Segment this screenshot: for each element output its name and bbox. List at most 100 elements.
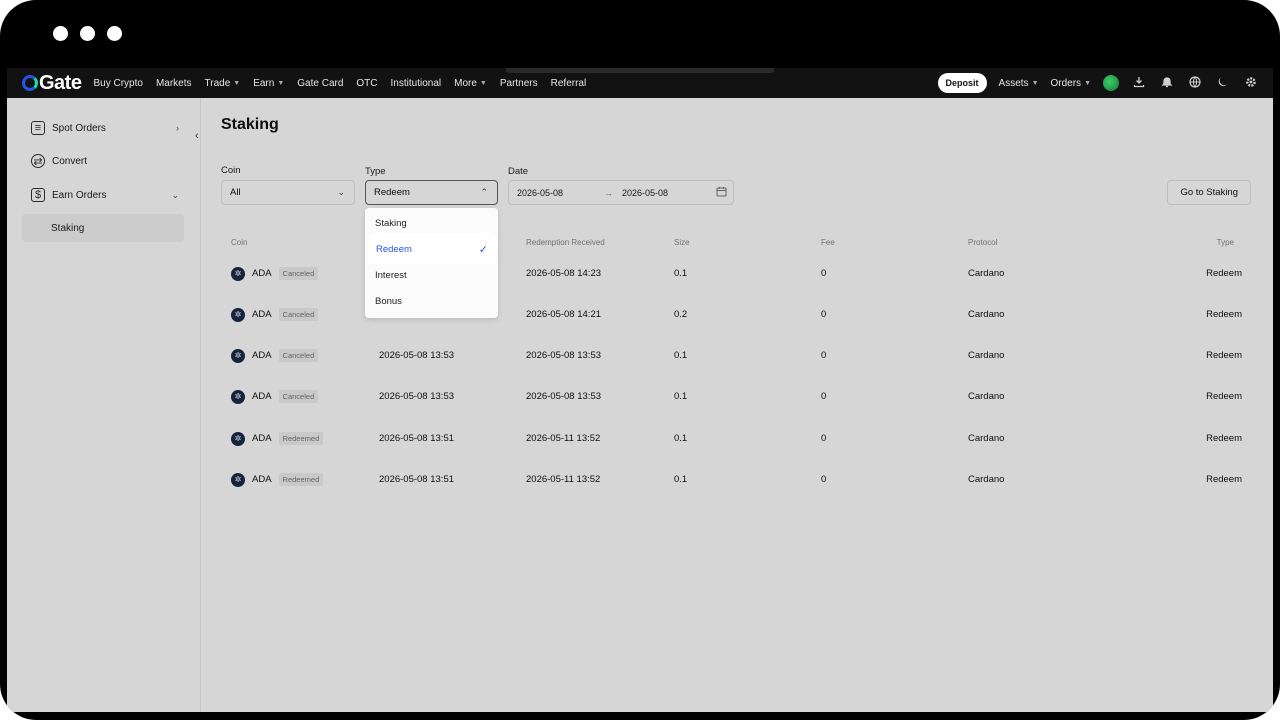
caret-down-icon: ▼	[277, 79, 285, 87]
dropdown-option-label: Redeem	[376, 243, 412, 255]
caret-down-icon: ▼	[479, 79, 487, 87]
coin-filter-label: Coin	[221, 165, 241, 176]
deposit-button[interactable]: Deposit	[937, 73, 987, 93]
date-range-picker[interactable]: 2026-05-08 → 2026-05-08	[508, 180, 734, 205]
coin-cell: ✲ ADA Canceled	[231, 335, 319, 376]
nav-markets[interactable]: Markets	[156, 78, 192, 89]
time-cell: 2026-05-08 13:53	[379, 391, 455, 402]
status-badge: Canceled	[278, 308, 319, 321]
moon-icon[interactable]	[1215, 76, 1231, 91]
earn-orders-icon: $	[31, 188, 45, 202]
col-header-protocol: Protocol	[968, 238, 998, 247]
received-cell: 2026-05-11 13:52	[526, 433, 601, 444]
table-row: ✲ ADA Canceled 2026-05-08 13:53 2026-05-…	[221, 376, 1251, 417]
chevron-down-icon: ⌄	[171, 189, 179, 200]
type-cell: Redeem	[1206, 350, 1242, 361]
coin-name: ADA	[252, 350, 272, 361]
maximize-dot[interactable]	[107, 26, 122, 41]
sidebar-item-spot-orders[interactable]: ≡ Spot Orders ›	[29, 115, 185, 141]
status-badge: Redeemed	[278, 432, 324, 445]
time-cell: 2026-05-08 13:51	[379, 474, 455, 485]
table-row: ✲ ADA Redeemed 2026-05-08 13:51 2026-05-…	[221, 459, 1251, 500]
coin-name: ADA	[252, 391, 272, 402]
protocol-cell: Cardano	[968, 309, 1005, 320]
close-dot[interactable]	[53, 26, 68, 41]
date-start[interactable]: 2026-05-08	[517, 188, 563, 198]
dropdown-option-bonus[interactable]: Bonus	[368, 288, 495, 314]
nav-referral[interactable]: Referral	[551, 78, 587, 89]
nav-partners[interactable]: Partners	[500, 78, 538, 89]
type-filter-label: Type	[365, 166, 386, 177]
size-cell: 0.1	[674, 391, 688, 402]
page-title: Staking	[221, 116, 279, 133]
col-header-fee: Fee	[821, 238, 835, 247]
nav-trade[interactable]: Trade ▼	[205, 78, 241, 89]
ada-coin-icon: ✲	[231, 307, 245, 322]
globe-icon[interactable]	[1187, 75, 1203, 91]
type-select[interactable]: Redeem ⌃	[365, 180, 498, 205]
time-cell: 2026-05-08 13:53	[379, 350, 455, 361]
fee-cell: 0	[821, 350, 827, 361]
ada-coin-icon: ✲	[231, 348, 245, 363]
coin-select[interactable]: All ⌄	[221, 180, 355, 205]
type-cell: Redeem	[1206, 391, 1242, 402]
coin-name: ADA	[252, 268, 272, 279]
status-badge: Canceled	[278, 267, 319, 280]
coin-cell: ✲ ADA Redeemed	[231, 459, 324, 500]
go-to-staking-button[interactable]: Go to Staking	[1167, 180, 1251, 205]
type-cell: Redeem	[1206, 433, 1242, 444]
scroll-indicator	[506, 68, 774, 73]
size-cell: 0.2	[674, 309, 688, 320]
minimize-dot[interactable]	[80, 26, 95, 41]
sidebar-item-earn-orders[interactable]: $ Earn Orders ⌄	[29, 182, 185, 208]
col-header-coin: Coin	[231, 238, 248, 247]
col-header-type: Type	[1216, 238, 1234, 247]
fee-cell: 0	[821, 433, 827, 444]
type-cell: Redeem	[1206, 309, 1242, 320]
download-icon[interactable]	[1131, 76, 1147, 91]
arrow-right-icon: →	[604, 187, 613, 198]
chevron-right-icon: ›	[176, 123, 179, 133]
convert-icon: ⇄	[31, 154, 45, 168]
type-select-value: Redeem	[374, 187, 410, 198]
bell-icon[interactable]	[1159, 76, 1175, 91]
avatar[interactable]	[1103, 75, 1119, 91]
collapse-sidebar-icon[interactable]: ‹	[195, 130, 199, 142]
table-row: ✲ ADA Redeemed 2026-05-08 13:51 2026-05-…	[221, 418, 1251, 459]
date-end[interactable]: 2026-05-08	[622, 188, 668, 198]
received-cell: 2026-05-11 13:52	[526, 474, 601, 485]
coin-name: ADA	[252, 433, 272, 444]
calendar-icon[interactable]	[716, 186, 727, 199]
nav-right: Deposit Assets ▼ Orders ▼	[937, 68, 1259, 98]
gear-icon[interactable]	[1243, 76, 1259, 91]
status-badge: Canceled	[278, 349, 319, 362]
nav-assets[interactable]: Assets ▼	[999, 78, 1039, 89]
sidebar-item-label: Spot Orders	[52, 122, 106, 134]
received-cell: 2026-05-08 14:21	[526, 309, 602, 320]
top-nav: Gate Buy Crypto Markets Trade ▼ Earn ▼ Gat…	[7, 68, 1273, 98]
nav-orders[interactable]: Orders ▼	[1051, 78, 1092, 89]
received-cell: 2026-05-08 13:53	[526, 350, 602, 361]
sidebar-item-convert[interactable]: ⇄ Convert	[29, 148, 185, 174]
caret-down-icon: ▼	[1084, 79, 1091, 87]
protocol-cell: Cardano	[968, 268, 1005, 279]
gate-logo[interactable]: Gate	[22, 72, 82, 95]
nav-earn[interactable]: Earn ▼	[253, 78, 284, 89]
time-cell: 2026-05-08 13:51	[379, 433, 455, 444]
nav-institutional[interactable]: Institutional	[391, 78, 442, 89]
date-filter-label: Date	[508, 166, 529, 177]
caret-down-icon: ▼	[233, 79, 241, 87]
sidebar-item-label: Earn Orders	[52, 189, 107, 201]
caret-down-icon: ▼	[1031, 79, 1039, 87]
dropdown-option-interest[interactable]: Interest	[368, 262, 495, 288]
device-frame: Gate Buy Crypto Markets Trade ▼ Earn ▼ Gat…	[0, 0, 1280, 720]
nav-more[interactable]: More ▼	[454, 78, 487, 89]
nav-gate-card[interactable]: Gate Card	[297, 78, 343, 89]
dropdown-option-redeem[interactable]: Redeem ✓	[369, 236, 496, 262]
nav-buy-crypto[interactable]: Buy Crypto	[93, 78, 142, 89]
fee-cell: 0	[821, 268, 827, 279]
nav-otc[interactable]: OTC	[356, 78, 377, 89]
sidebar-item-staking[interactable]: Staking	[22, 214, 184, 242]
size-cell: 0.1	[674, 350, 688, 361]
col-header-size: Size	[674, 238, 690, 247]
